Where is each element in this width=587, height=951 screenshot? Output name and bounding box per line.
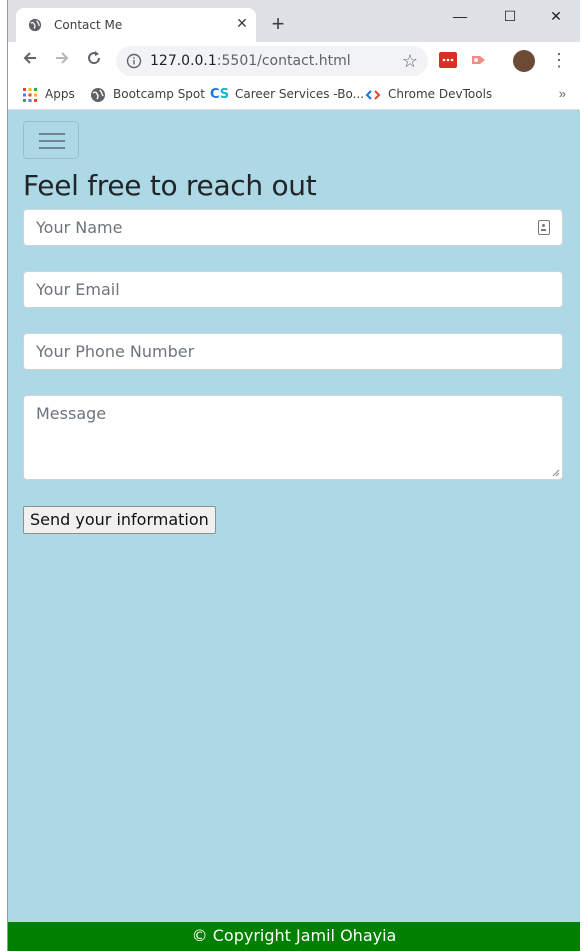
phone-input[interactable]: Your Phone Number [23, 333, 563, 370]
bookmark-label: Apps [45, 87, 75, 101]
minimize-button[interactable]: — [445, 6, 475, 26]
send-information-button[interactable]: Send your information [23, 506, 216, 534]
tab-close-icon[interactable]: ✕ [234, 15, 250, 31]
forward-icon[interactable] [50, 49, 74, 71]
bookmarks-bar: Apps Bootcamp Spot CS Career Services -Bo… [8, 78, 580, 110]
maximize-button[interactable]: ☐ [495, 6, 525, 26]
url-host: 127.0.0.1 [150, 53, 217, 69]
bookmarks-overflow-icon[interactable]: » [559, 86, 566, 101]
bookmark-career-services[interactable]: CS Career Services -Bo... [210, 86, 364, 102]
page-footer: © Copyright Jamil Ohayia [8, 922, 580, 951]
browser-window: Contact Me ✕ + — ☐ ✕ 127.0.0.1:5501/cont… [7, 0, 580, 951]
phone-placeholder: Your Phone Number [36, 342, 195, 361]
back-icon[interactable] [18, 49, 42, 71]
cs-logo-icon: CS [210, 86, 230, 102]
menu-dots-icon[interactable]: ⋮ [550, 50, 568, 70]
close-window-button[interactable]: ✕ [541, 6, 571, 26]
reload-icon[interactable] [82, 49, 106, 71]
message-textarea[interactable]: Message [23, 395, 563, 480]
globe-icon [91, 87, 105, 102]
message-placeholder: Message [36, 404, 107, 423]
name-placeholder: Your Name [36, 218, 123, 237]
hamburger-line [39, 133, 65, 135]
extension-lastpass-icon[interactable] [439, 52, 457, 68]
url-path: :5501/contact.html [216, 53, 351, 69]
address-bar[interactable]: 127.0.0.1:5501/contact.html ☆ [116, 46, 428, 76]
hamburger-line [39, 140, 65, 142]
info-icon[interactable] [126, 53, 142, 69]
contact-card-icon[interactable] [538, 220, 550, 235]
globe-icon [28, 18, 42, 32]
email-placeholder: Your Email [36, 280, 120, 299]
browser-tab[interactable]: Contact Me ✕ [16, 8, 256, 42]
new-tab-button[interactable]: + [268, 13, 288, 35]
bookmark-label: Bootcamp Spot [113, 87, 205, 101]
page-title: Feel free to reach out [23, 169, 317, 202]
tab-title: Contact Me [54, 18, 123, 32]
page-content: Feel free to reach out Your Name Your Em… [8, 111, 580, 951]
bookmark-apps[interactable]: Apps [22, 86, 75, 102]
profile-avatar[interactable] [513, 50, 535, 72]
hamburger-line [39, 147, 65, 149]
browser-toolbar: 127.0.0.1:5501/contact.html ☆ ⋮ [8, 42, 580, 78]
bookmark-label: Chrome DevTools [388, 87, 493, 101]
apps-grid-icon [23, 87, 37, 102]
email-input[interactable]: Your Email [23, 271, 563, 308]
devtools-icon [365, 89, 381, 100]
screen: Contact Me ✕ + — ☐ ✕ 127.0.0.1:5501/cont… [0, 0, 587, 951]
extension-cast-icon[interactable] [470, 52, 488, 68]
bookmark-bootcamp-spot[interactable]: Bootcamp Spot [90, 86, 205, 102]
bookmark-chrome-devtools[interactable]: Chrome DevTools [365, 86, 492, 102]
bookmark-star-icon[interactable]: ☆ [402, 51, 418, 72]
bookmark-label: Career Services -Bo... [235, 87, 365, 101]
url-text: 127.0.0.1:5501/contact.html [150, 53, 351, 69]
navbar-toggler-button[interactable] [23, 121, 79, 159]
resize-handle-icon[interactable] [552, 469, 560, 477]
tab-strip: Contact Me ✕ + — ☐ ✕ [8, 0, 580, 42]
name-input[interactable]: Your Name [23, 209, 563, 246]
